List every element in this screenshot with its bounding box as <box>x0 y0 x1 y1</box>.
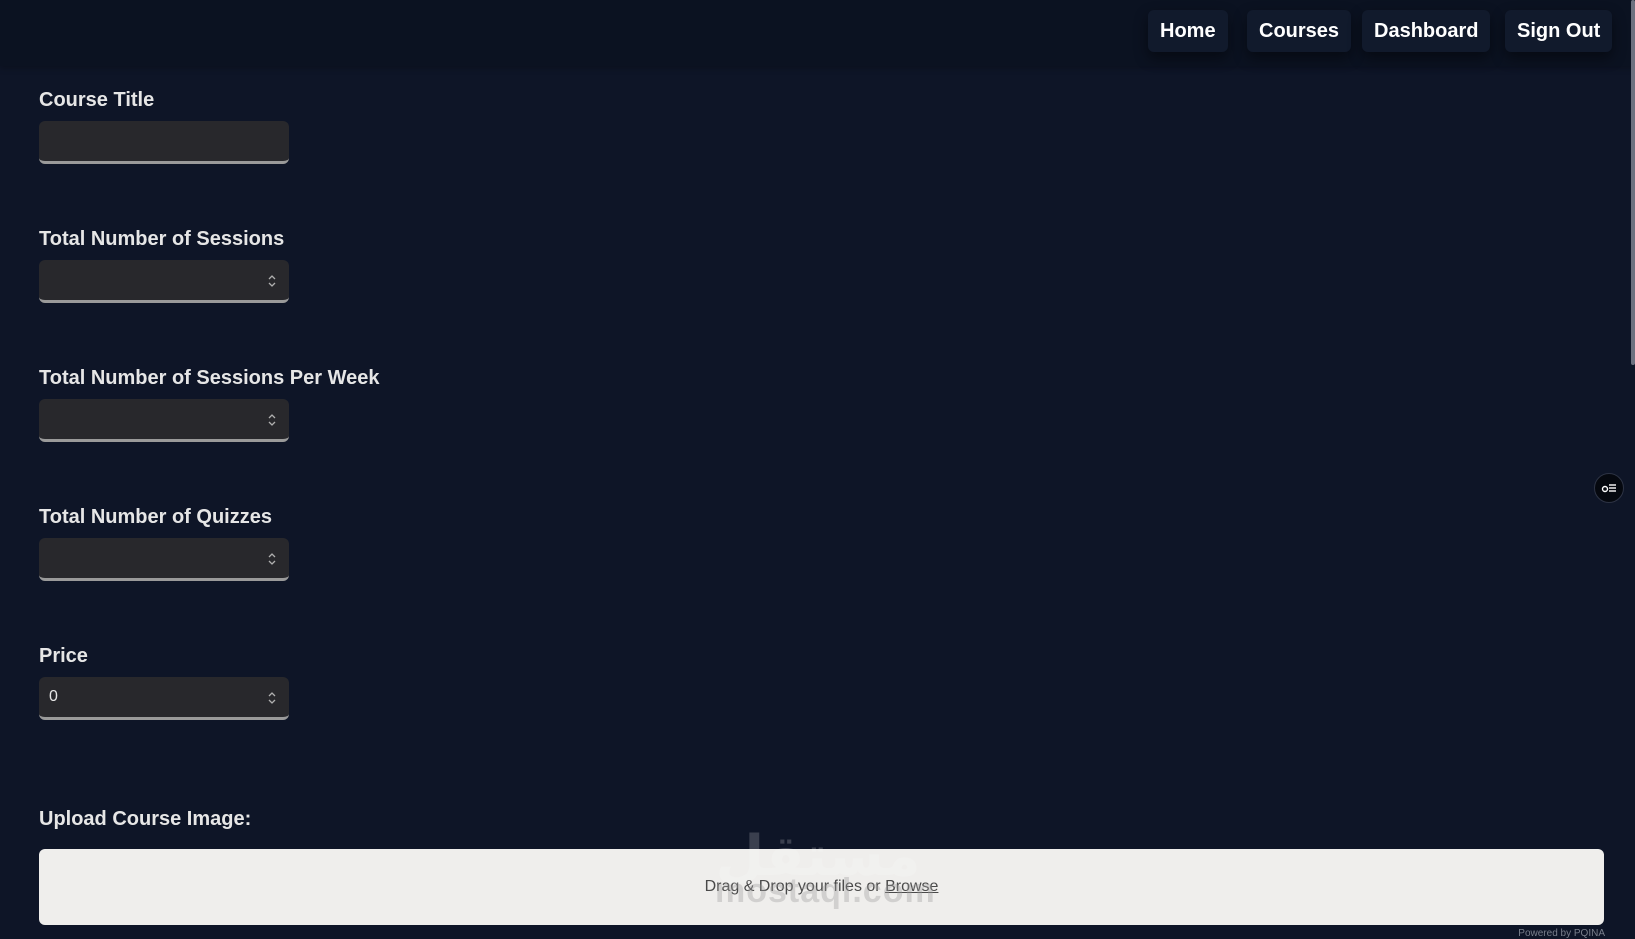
nav-sign-out-link[interactable]: Sign Out <box>1505 10 1613 52</box>
sessions-per-week-label: Total Number of Sessions Per Week <box>39 367 380 389</box>
top-navbar: Home Courses Dashboard Sign Out <box>0 0 1635 66</box>
nav-dashboard-link[interactable]: Dashboard <box>1362 10 1491 52</box>
list-settings-icon <box>1601 484 1616 493</box>
up-down-chevron-icon[interactable] <box>267 689 277 707</box>
page-scrollbar[interactable] <box>1631 0 1635 365</box>
upload-course-image-label: Upload Course Image: <box>39 808 252 830</box>
mostaql-watermark-text: mostaql.com <box>715 872 936 910</box>
up-down-chevron-icon[interactable] <box>267 411 277 429</box>
total-quizzes-label: Total Number of Quizzes <box>39 506 272 528</box>
total-sessions-label: Total Number of Sessions <box>39 228 285 250</box>
course-title-input[interactable] <box>39 121 289 164</box>
price-label: Price <box>39 645 88 667</box>
total-sessions-input[interactable] <box>39 260 289 303</box>
up-down-chevron-icon[interactable] <box>267 550 277 568</box>
price-input[interactable]: 0 <box>39 677 289 720</box>
nav-home-link[interactable]: Home <box>1148 10 1228 52</box>
total-quizzes-input[interactable] <box>39 538 289 581</box>
course-title-label: Course Title <box>39 89 155 111</box>
price-value: 0 <box>49 688 58 705</box>
sessions-per-week-input[interactable] <box>39 399 289 442</box>
nav-courses-link[interactable]: Courses <box>1247 10 1352 52</box>
up-down-chevron-icon[interactable] <box>267 272 277 290</box>
powered-by-text: Powered by PQINA <box>1518 928 1605 939</box>
side-widget-button[interactable] <box>1594 473 1624 503</box>
